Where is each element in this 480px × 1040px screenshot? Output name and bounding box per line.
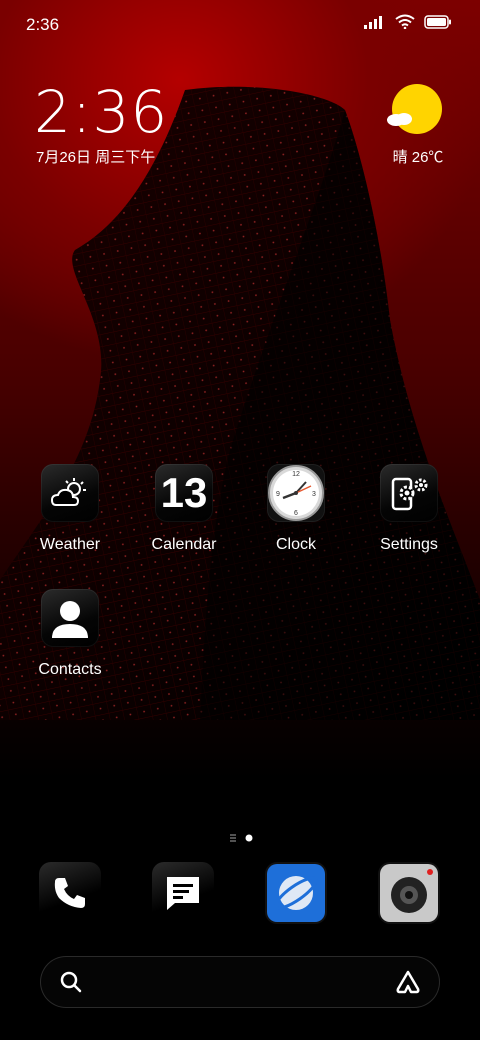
app-clock[interactable]: 12 3 6 9 Clock bbox=[246, 464, 346, 554]
cloud-icon bbox=[387, 113, 412, 126]
messages-icon bbox=[167, 877, 199, 910]
wifi-icon bbox=[395, 14, 415, 29]
svg-text:6: 6 bbox=[294, 510, 298, 517]
search-bar[interactable] bbox=[40, 956, 440, 1008]
clock-widget-time[interactable]: 2:36 bbox=[34, 78, 168, 146]
clock-icon: 12 3 6 9 bbox=[267, 464, 325, 522]
dock-messages[interactable] bbox=[152, 862, 214, 924]
app-label-weather: Weather bbox=[39, 536, 101, 553]
page-dot-menu-icon bbox=[230, 834, 236, 842]
weather-widget[interactable]: 晴 26℃ bbox=[386, 84, 444, 166]
assistant-icon[interactable] bbox=[394, 969, 422, 995]
page-dot-current bbox=[245, 834, 253, 842]
sun-icon bbox=[392, 84, 442, 134]
contacts-icon bbox=[41, 589, 99, 647]
svg-text:3: 3 bbox=[312, 491, 316, 498]
browser-icon bbox=[267, 864, 325, 922]
status-bar: 2:36 bbox=[0, 0, 480, 50]
battery-icon bbox=[424, 14, 451, 29]
search-icon bbox=[60, 971, 82, 993]
weather-summary: 晴 26℃ bbox=[392, 149, 444, 166]
signal-icon bbox=[364, 15, 382, 29]
dock-phone[interactable] bbox=[39, 862, 101, 924]
clock-widget-date: 7月26日 周三下午 bbox=[36, 149, 156, 166]
camera-icon bbox=[380, 864, 438, 922]
app-label-calendar: Calendar bbox=[151, 536, 217, 553]
app-label-contacts: Contacts bbox=[38, 661, 102, 678]
dock-browser[interactable] bbox=[265, 862, 327, 924]
app-label-settings: Settings bbox=[380, 536, 438, 553]
page-indicator[interactable] bbox=[0, 830, 480, 848]
calendar-day: 13 bbox=[160, 469, 208, 516]
dock-camera[interactable] bbox=[378, 862, 440, 924]
app-contacts[interactable]: Contacts bbox=[20, 589, 120, 679]
app-label-clock: Clock bbox=[275, 536, 316, 553]
calendar-icon: 13 bbox=[155, 464, 213, 522]
app-calendar[interactable]: 13 Calendar bbox=[134, 464, 234, 554]
phone-icon bbox=[54, 878, 85, 908]
app-weather[interactable]: Weather bbox=[20, 464, 120, 554]
weather-icon bbox=[41, 464, 99, 522]
svg-text:12: 12 bbox=[292, 471, 300, 478]
settings-icon bbox=[380, 464, 438, 522]
app-settings[interactable]: Settings bbox=[359, 464, 459, 554]
status-time: 2:36 bbox=[26, 15, 60, 34]
svg-text:9: 9 bbox=[276, 491, 280, 498]
